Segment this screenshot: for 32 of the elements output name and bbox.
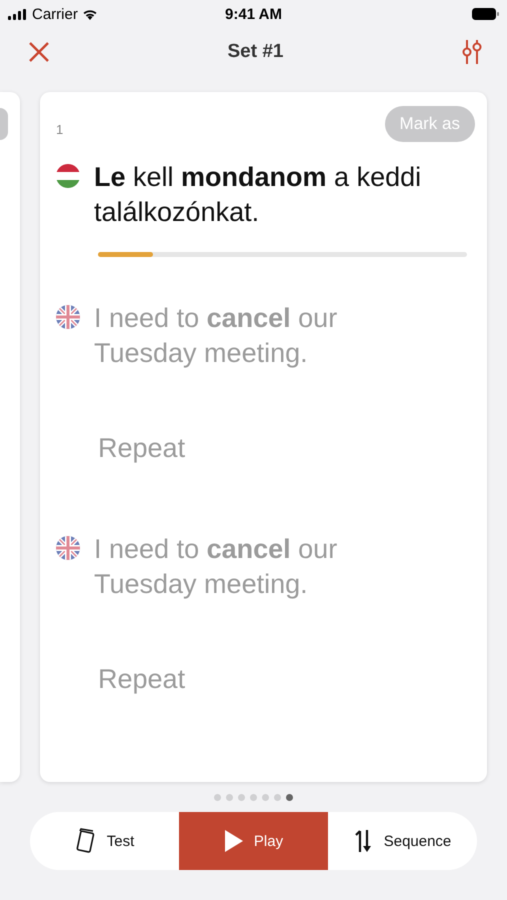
previous-card[interactable] [0,92,20,782]
status-time: 9:41 AM [225,6,282,22]
close-button[interactable] [28,41,50,63]
flag-icon [56,305,80,329]
card-number: 1 [56,122,64,136]
settings-button[interactable] [460,40,483,64]
sort-icon [354,829,374,853]
set-title: Set #1 [228,41,284,63]
repeat-text: Repeat [98,664,186,695]
play-icon [224,829,244,853]
page-dot[interactable] [250,794,257,801]
page-dot[interactable] [286,794,293,801]
signal-icon [8,8,28,20]
sequence-tab[interactable]: Sequence [328,812,477,870]
battery-icon [472,8,499,20]
translation-text: I need to cancel our Tuesday meeting. [94,533,338,601]
play-tab[interactable]: Play [179,812,328,870]
page-dot[interactable] [274,794,281,801]
flag-icon [56,536,80,560]
page-dot[interactable] [238,794,245,801]
page-dot[interactable] [262,794,269,801]
test-tab[interactable]: Test [30,812,179,870]
translation-text: I need to cancel our Tuesday meeting. [94,302,338,370]
repeat-text: Repeat [98,433,186,464]
cards-icon [74,828,97,854]
page-dot[interactable] [214,794,221,801]
mark-button[interactable] [0,108,8,140]
sentence-text: Le kell mondanom a keddi találkozónkat. [94,161,422,229]
flag-icon [56,164,80,188]
carrier-name: Carrier [32,6,78,22]
page-dot[interactable] [226,794,233,801]
wifi-icon [82,8,98,20]
